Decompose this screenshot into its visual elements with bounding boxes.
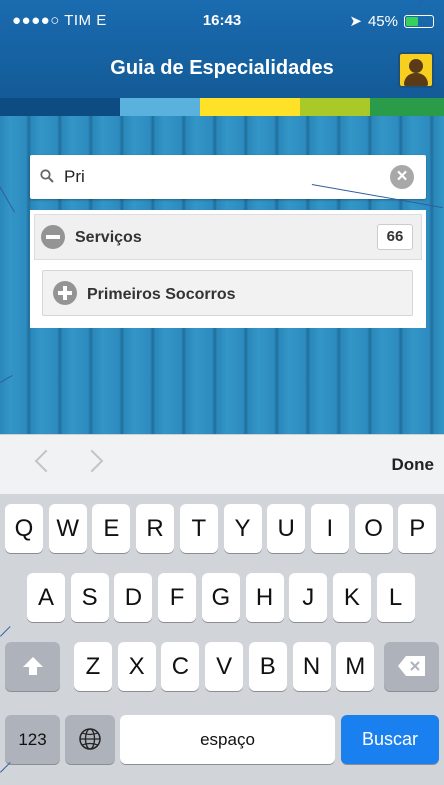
- search-input[interactable]: [64, 163, 364, 191]
- color-strip: [0, 98, 444, 116]
- key-e[interactable]: E: [92, 504, 131, 553]
- app-screen: ●●●●○ TIM E 16:43 ➤ 45% Guia de Especial…: [0, 0, 444, 785]
- search-key[interactable]: Buscar: [341, 715, 439, 764]
- key-r[interactable]: R: [136, 504, 175, 553]
- key-d[interactable]: D: [114, 573, 153, 622]
- key-s[interactable]: S: [70, 573, 109, 622]
- previous-field-button[interactable]: [34, 449, 58, 473]
- section-header-services[interactable]: Serviços 66: [34, 214, 422, 260]
- key-h[interactable]: H: [245, 573, 284, 622]
- search-icon: [40, 169, 54, 183]
- list-item-title: Primeiros Socorros: [87, 286, 236, 303]
- key-y[interactable]: Y: [223, 504, 262, 553]
- globe-key[interactable]: [65, 715, 115, 764]
- shift-icon: [22, 657, 43, 675]
- key-l[interactable]: L: [376, 573, 415, 622]
- collapse-icon: [41, 225, 65, 249]
- count-badge: 66: [377, 224, 413, 250]
- key-q[interactable]: Q: [5, 504, 43, 553]
- key-m[interactable]: M: [336, 642, 375, 691]
- strip-segment: [0, 98, 120, 116]
- strip-segment: [370, 98, 444, 116]
- space-key[interactable]: espaço: [120, 715, 335, 764]
- keyboard-accessory-bar: Done: [0, 434, 444, 494]
- key-t[interactable]: T: [179, 504, 218, 553]
- strip-segment: [120, 98, 200, 116]
- clear-search-button[interactable]: ×: [390, 165, 414, 189]
- key-k[interactable]: K: [332, 573, 371, 622]
- next-field-button[interactable]: [80, 449, 104, 473]
- keyboard: Q W E R T Y U I O P A S D F G H J K L Z X C V B N M 123 espaço Busca…: [0, 494, 444, 785]
- key-j[interactable]: J: [289, 573, 328, 622]
- delete-key[interactable]: [384, 642, 439, 691]
- strip-segment: [300, 98, 370, 116]
- key-p[interactable]: P: [398, 504, 437, 553]
- status-right: ➤ 45%: [349, 12, 434, 30]
- profile-button[interactable]: [398, 52, 434, 88]
- numbers-key[interactable]: 123: [5, 715, 60, 764]
- results-panel: Serviços 66 Primeiros Socorros: [30, 210, 426, 328]
- key-z[interactable]: Z: [74, 642, 112, 691]
- key-v[interactable]: V: [205, 642, 244, 691]
- list-item[interactable]: Primeiros Socorros: [42, 270, 413, 316]
- expand-icon: [53, 281, 77, 305]
- key-g[interactable]: G: [201, 573, 240, 622]
- key-b[interactable]: B: [248, 642, 287, 691]
- battery-percent: 45%: [367, 12, 398, 30]
- page-title: Guia de Especialidades: [110, 57, 334, 79]
- location-arrow-icon: ➤: [349, 13, 362, 30]
- battery-fill: [406, 16, 418, 26]
- backspace-icon: [397, 656, 425, 676]
- search-bar[interactable]: ×: [30, 155, 426, 199]
- key-i[interactable]: I: [310, 504, 349, 553]
- key-f[interactable]: F: [158, 573, 197, 622]
- section-title: Serviços: [75, 229, 142, 246]
- key-u[interactable]: U: [267, 504, 306, 553]
- key-w[interactable]: W: [48, 504, 87, 553]
- key-n[interactable]: N: [292, 642, 331, 691]
- key-c[interactable]: C: [161, 642, 200, 691]
- strip-segment: [200, 98, 300, 116]
- shift-key[interactable]: [5, 642, 60, 691]
- key-o[interactable]: O: [354, 504, 393, 553]
- battery-icon: [404, 14, 434, 28]
- globe-icon: [79, 728, 101, 750]
- app-header: ●●●●○ TIM E 16:43 ➤ 45% Guia de Especial…: [0, 0, 444, 98]
- key-x[interactable]: X: [117, 642, 156, 691]
- key-a[interactable]: A: [27, 573, 65, 622]
- user-icon: [409, 59, 423, 73]
- done-button[interactable]: Done: [392, 455, 435, 475]
- status-bar: ●●●●○ TIM E 16:43 ➤ 45%: [0, 0, 444, 40]
